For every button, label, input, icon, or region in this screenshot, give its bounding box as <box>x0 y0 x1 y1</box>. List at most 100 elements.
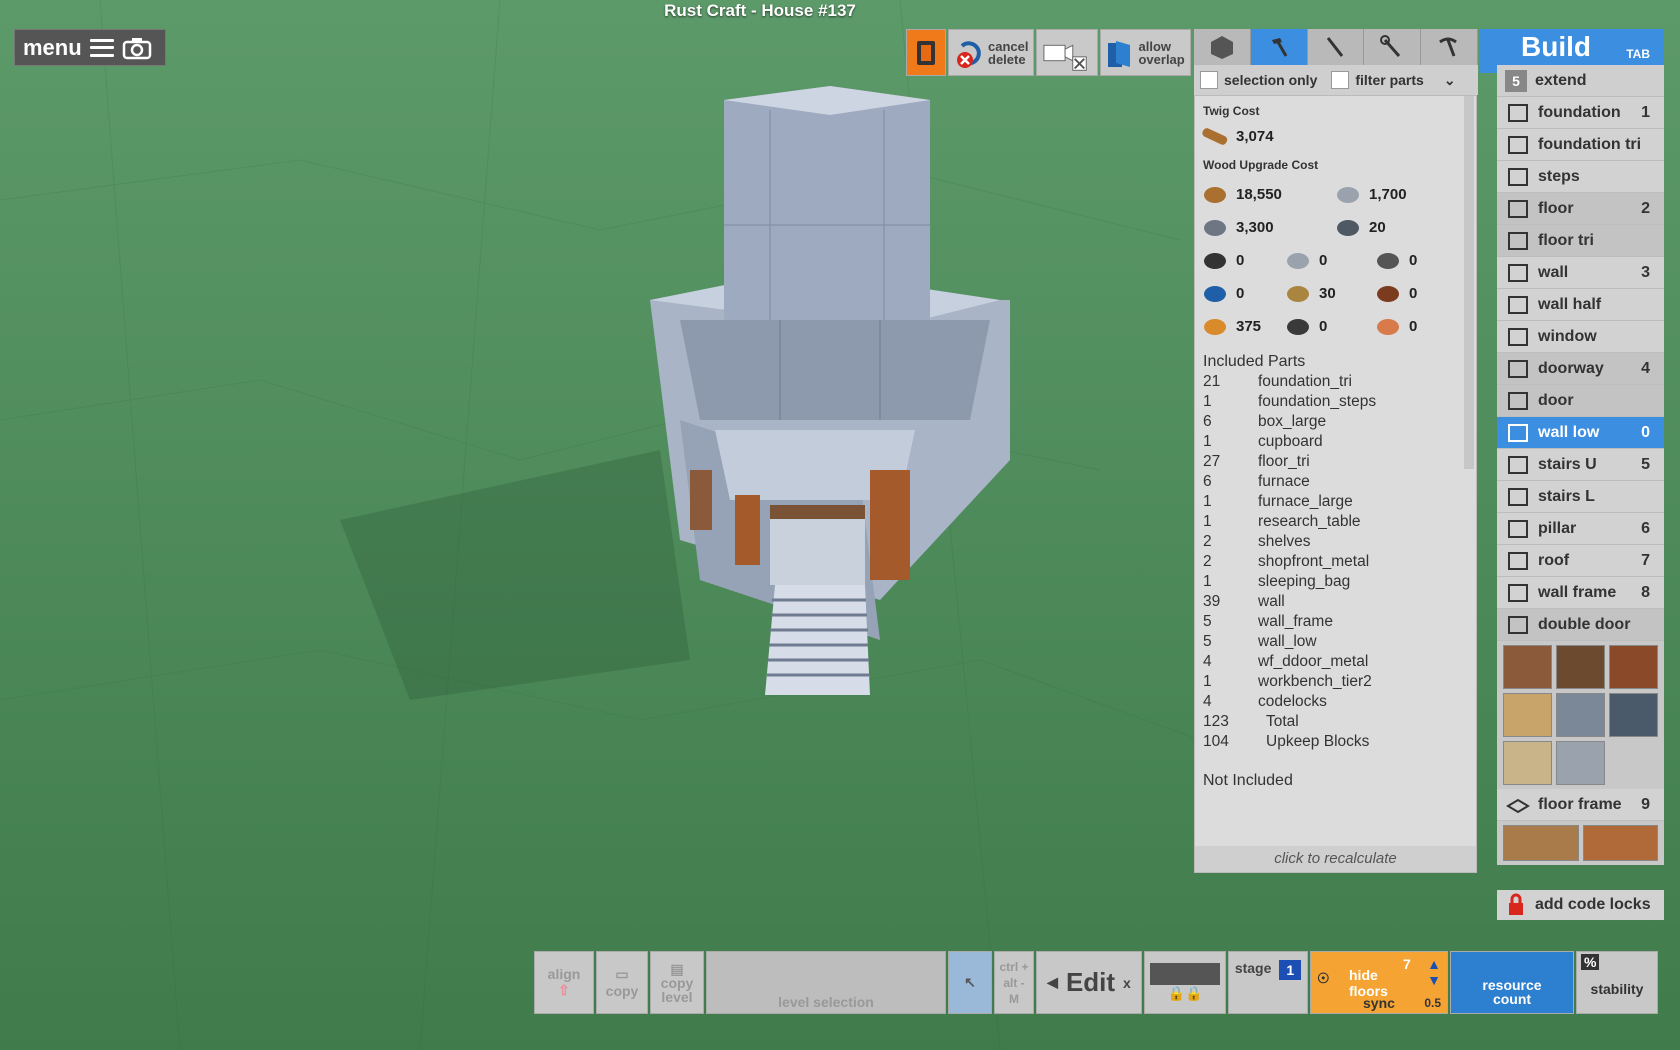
select-cursor-button[interactable]: ↖ <box>948 951 992 1014</box>
edit-left-icon: ◀ <box>1047 974 1058 990</box>
part-qty: 123 <box>1203 713 1229 730</box>
recalculate-button[interactable]: click to recalculate <box>1195 846 1476 872</box>
copy-level-button[interactable]: ▤ copy level <box>650 951 704 1014</box>
resource-count-label-1: resource <box>1482 976 1542 993</box>
menu-button[interactable]: menu <box>14 29 166 66</box>
floor-frame-thumbnail[interactable] <box>1503 825 1579 861</box>
build-item-stairs-u[interactable]: stairs U 5 <box>1497 449 1664 481</box>
build-item-label: pillar <box>1538 519 1577 537</box>
part-row: 4 codelocks <box>1203 693 1453 713</box>
build-item-label: wall low <box>1538 423 1600 441</box>
tab-rotate[interactable] <box>1307 29 1365 65</box>
door-variant-thumbnail[interactable] <box>1556 741 1605 785</box>
build-item-key: 7 <box>1641 551 1650 569</box>
build-item-label: steps <box>1538 167 1580 185</box>
wall-half-icon <box>1504 293 1532 317</box>
video-button[interactable] <box>1036 29 1099 76</box>
cost-panel: Twig Cost 3,074 Wood Upgrade Cost 18,550… <box>1194 95 1477 873</box>
part-row: 1 furnace_large <box>1203 493 1453 513</box>
selection-only-checkbox[interactable] <box>1200 71 1218 89</box>
overlap-label: overlap <box>1138 51 1185 67</box>
build-item-wall[interactable]: wall 3 <box>1497 257 1664 289</box>
door-variant-thumbnail[interactable] <box>1609 693 1658 737</box>
door-variant-thumbnail[interactable] <box>1556 645 1605 689</box>
build-item-wall-half[interactable]: wall half <box>1497 289 1664 321</box>
build-item-label: stairs U <box>1538 455 1597 473</box>
wrench-icon <box>1380 35 1401 57</box>
build-item-foundation[interactable]: foundation 1 <box>1497 97 1664 129</box>
build-item-label: floor <box>1538 199 1574 217</box>
filter-parts-label: filter parts <box>1355 72 1424 88</box>
build-item-stairs-l[interactable]: stairs L <box>1497 481 1664 513</box>
extend-num: 5 <box>1505 69 1527 92</box>
build-item-double-door[interactable]: double door <box>1497 609 1664 641</box>
resource-cost: 1,700 <box>1333 182 1407 206</box>
stability-button[interactable]: % stability <box>1576 951 1658 1014</box>
build-parts-list: 5 extend foundation 1 foundation tri steps flo… <box>1497 65 1664 865</box>
resource-count-button[interactable]: resource count <box>1450 951 1574 1014</box>
cost-scrollbar[interactable] <box>1464 96 1474 469</box>
twig-cost-label: Twig Cost <box>1203 104 1260 118</box>
part-name: cupboard <box>1258 433 1323 450</box>
camera-icon[interactable] <box>122 36 152 60</box>
tab-remove[interactable] <box>1421 29 1478 65</box>
resource-cost: 0 <box>1373 281 1417 305</box>
part-row: 123 Total <box>1203 713 1453 733</box>
filter-parts-checkbox[interactable] <box>1331 71 1350 89</box>
build-item-floor-frame[interactable]: floor frame 9 <box>1497 789 1664 821</box>
stage-control[interactable]: stage 1 <box>1228 951 1308 1014</box>
align-button[interactable]: align ⇧ <box>534 951 594 1014</box>
edit-close-icon[interactable]: x <box>1123 975 1131 991</box>
build-item-label: window <box>1538 327 1597 345</box>
extend-item[interactable]: 5 extend <box>1497 65 1664 97</box>
part-name: foundation_steps <box>1258 393 1377 410</box>
floor-frame-thumbnail[interactable] <box>1582 825 1658 861</box>
resource-cost: 375 <box>1200 314 1261 338</box>
part-row: 1 workbench_tier2 <box>1203 673 1453 693</box>
part-name: wf_ddoor_metal <box>1258 653 1369 670</box>
door-variant-thumbnail[interactable] <box>1609 645 1658 689</box>
build-item-window[interactable]: window <box>1497 321 1664 353</box>
hide-floors-button[interactable]: hide floors 7 sync 0.5 ☉ ▲ ▼ <box>1310 951 1448 1014</box>
build-item-steps[interactable]: steps <box>1497 161 1664 193</box>
bottom-toolbar: align ⇧ ▭ copy ▤ copy level level select… <box>534 951 1658 1014</box>
tab-blueprint[interactable] <box>1194 29 1251 65</box>
build-item-pillar[interactable]: pillar 6 <box>1497 513 1664 545</box>
undo-cancel-icon <box>957 40 981 68</box>
build-item-wall-low[interactable]: wall low 0 <box>1497 417 1664 449</box>
level-selection-panel[interactable]: level selection <box>706 951 946 1014</box>
tab-upgrade[interactable] <box>1364 29 1422 65</box>
build-item-key: 8 <box>1641 583 1650 601</box>
build-item-door[interactable]: door <box>1497 385 1664 417</box>
allow-overlap-button[interactable]: allow overlap <box>1100 29 1191 76</box>
build-item-label: wall <box>1538 263 1569 281</box>
build-item-floor-tri[interactable]: floor tri <box>1497 225 1664 257</box>
door-variant-thumbnail[interactable] <box>1503 741 1552 785</box>
door-variant-thumbnail[interactable] <box>1503 645 1552 689</box>
sync-label[interactable]: sync <box>1363 995 1395 1011</box>
copy-button[interactable]: ▭ copy <box>596 951 648 1014</box>
build-item-roof[interactable]: roof 7 <box>1497 545 1664 577</box>
edit-button[interactable]: ◀ Edit x <box>1036 951 1142 1014</box>
tab-hammer[interactable] <box>1250 29 1308 65</box>
build-item-key: 5 <box>1641 455 1650 473</box>
part-row: 1 cupboard <box>1203 433 1453 453</box>
build-item-label: wall half <box>1538 295 1602 313</box>
door-variant-thumbnail[interactable] <box>1503 693 1552 737</box>
door-variant-thumbnail[interactable] <box>1556 693 1605 737</box>
cancel-delete-button[interactable]: cancel delete <box>948 29 1035 76</box>
build-item-doorway[interactable]: doorway 4 <box>1497 353 1664 385</box>
build-item-foundation-tri[interactable]: foundation tri <box>1497 129 1664 161</box>
part-name: Total <box>1266 713 1299 730</box>
part-row: 104 Upkeep Blocks <box>1203 733 1453 753</box>
edit-swatch[interactable]: 🔒🔒 <box>1144 951 1226 1014</box>
lock-toggle-button[interactable] <box>906 29 946 76</box>
arrows-updown-icon[interactable]: ▲ ▼ <box>1427 956 1441 988</box>
add-code-locks-button[interactable]: add code locks <box>1497 890 1664 920</box>
part-row: 2 shopfront_metal <box>1203 553 1453 573</box>
part-name: shelves <box>1258 533 1311 550</box>
chevron-down-icon[interactable]: ⌄ <box>1444 72 1456 89</box>
build-item-wall-frame[interactable]: wall frame 8 <box>1497 577 1664 609</box>
copy-level-icon: ▤ <box>670 960 684 977</box>
build-item-floor[interactable]: floor 2 <box>1497 193 1664 225</box>
